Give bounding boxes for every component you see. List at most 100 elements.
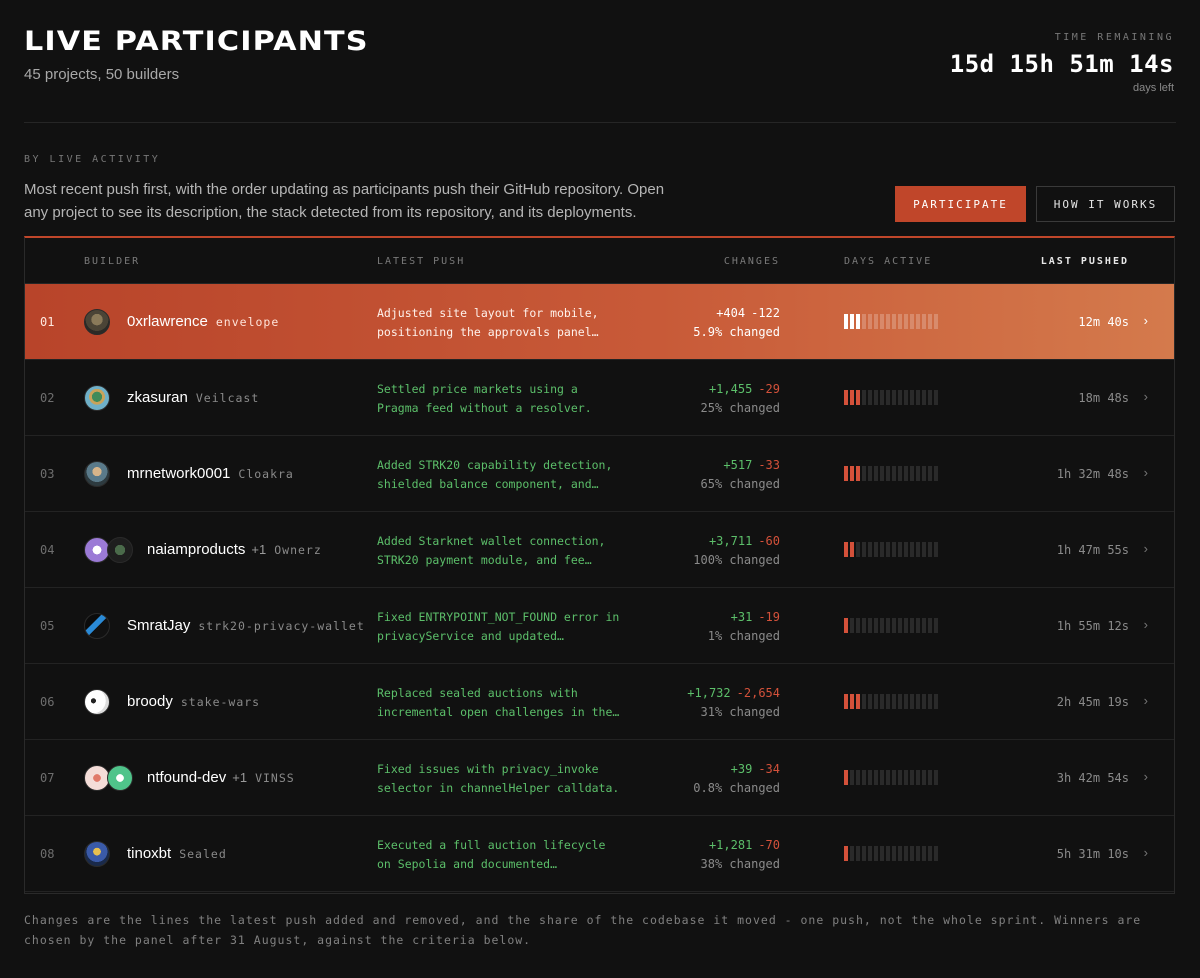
countdown-timer: 15d 15h 51m 14s <box>949 50 1174 78</box>
day-bar <box>874 466 878 481</box>
table-row[interactable]: 08 tinoxbt Sealed Executed a full auction l… <box>25 816 1174 892</box>
column-days-active[interactable]: DAYS ACTIVE <box>844 256 932 267</box>
day-bar <box>922 390 926 405</box>
day-bar <box>850 770 854 785</box>
day-bar <box>898 390 902 405</box>
day-bar <box>880 618 884 633</box>
day-bar <box>886 770 890 785</box>
day-bar <box>898 694 902 709</box>
lines-added: +31 <box>730 610 753 624</box>
builder-name[interactable]: broody <box>127 693 173 710</box>
lines-removed: -60 <box>758 534 780 548</box>
day-bar <box>880 466 884 481</box>
day-bar <box>928 466 932 481</box>
day-bar <box>904 390 908 405</box>
day-bar <box>880 314 884 329</box>
chevron-right-icon: › <box>1143 693 1148 708</box>
avatar <box>84 309 110 335</box>
days-active-bars <box>844 314 938 329</box>
day-bar <box>928 390 932 405</box>
participate-button[interactable]: PARTICIPATE <box>895 186 1026 222</box>
chevron-right-icon: › <box>1143 389 1148 404</box>
builder-name[interactable]: tinoxbt <box>127 845 171 862</box>
day-bar <box>892 466 896 481</box>
day-bar <box>892 542 896 557</box>
lines-removed: -70 <box>758 838 780 852</box>
day-bar <box>886 846 890 861</box>
day-bar <box>928 846 932 861</box>
day-bar <box>916 390 920 405</box>
builder-name[interactable]: ntfound-dev <box>147 769 226 786</box>
day-bar <box>904 770 908 785</box>
builder-name[interactable]: naiamproducts <box>147 541 245 558</box>
day-bar <box>862 314 866 329</box>
day-bar <box>874 390 878 405</box>
column-latest-push[interactable]: LATEST PUSH <box>377 256 465 267</box>
day-bar <box>910 314 914 329</box>
changes: +404 -122 5.9% changed <box>693 304 780 342</box>
day-bar <box>904 618 908 633</box>
table-row[interactable]: 07 ntfound-dev +1 VINSS Fixed issues with pr… <box>25 740 1174 816</box>
avatar <box>84 461 110 487</box>
day-bar <box>856 618 860 633</box>
day-bar <box>892 846 896 861</box>
table-row[interactable]: 05 SmratJay strk20-privacy-wallet Fixed ENT… <box>25 588 1174 664</box>
day-bar <box>850 390 854 405</box>
day-bar <box>862 542 866 557</box>
day-bar <box>910 466 914 481</box>
builder-name[interactable]: 0xrlawrence <box>127 313 208 330</box>
day-bar <box>928 618 932 633</box>
table-row[interactable]: 01 0xrlawrence envelope Adjusted site layou… <box>25 284 1174 360</box>
day-bar <box>934 466 938 481</box>
last-pushed: 1h 32m 48s <box>1056 467 1129 481</box>
day-bar <box>862 694 866 709</box>
builder-name[interactable]: zkasuran <box>127 389 188 406</box>
day-bar <box>886 314 890 329</box>
latest-push: Executed a full auction lifecycle on Sepo… <box>377 836 652 874</box>
avatar <box>84 385 110 411</box>
day-bar <box>892 694 896 709</box>
last-pushed: 3h 42m 54s <box>1056 771 1129 785</box>
table-row[interactable]: 06 broody stake-wars Replaced sealed auctio… <box>25 664 1174 740</box>
day-bar <box>904 694 908 709</box>
project-name: Cloakra <box>238 467 294 481</box>
changes: +39 -34 0.8% changed <box>693 760 780 798</box>
column-last-pushed[interactable]: LAST PUSHED <box>1041 256 1129 267</box>
countdown-sub: days left <box>1133 82 1174 94</box>
lines-removed: -122 <box>751 306 780 320</box>
how-it-works-button[interactable]: HOW IT WORKS <box>1036 186 1175 222</box>
day-bar <box>844 390 848 405</box>
avatar <box>107 537 133 563</box>
push-line-2: STRK20 payment module, and fee… <box>377 553 592 567</box>
table-row[interactable]: 02 zkasuran Veilcast Settled price markets … <box>25 360 1174 436</box>
days-active-bars <box>844 390 938 405</box>
push-line-1: Fixed ENTRYPOINT_NOT_FOUND error in <box>377 610 620 624</box>
day-bar <box>904 846 908 861</box>
day-bar <box>916 314 920 329</box>
day-bar <box>934 542 938 557</box>
project-name: strk20-privacy-wallet <box>198 619 365 633</box>
builder-name[interactable]: mrnetwork0001 <box>127 465 230 482</box>
day-bar <box>874 542 878 557</box>
day-bar <box>928 694 932 709</box>
day-bar <box>910 618 914 633</box>
percent-changed: 100% changed <box>693 553 780 567</box>
co-builder-count: +1 <box>251 542 267 557</box>
day-bar <box>934 314 938 329</box>
column-builder[interactable]: BUILDER <box>84 256 140 267</box>
day-bar <box>850 314 854 329</box>
day-bar <box>850 466 854 481</box>
table-row[interactable]: 03 mrnetwork0001 Cloakra Added STRK20 capab… <box>25 436 1174 512</box>
day-bar <box>898 466 902 481</box>
day-bar <box>916 542 920 557</box>
column-changes[interactable]: CHANGES <box>724 256 780 267</box>
avatar <box>84 613 110 639</box>
day-bar <box>844 314 848 329</box>
table-row[interactable]: 04 naiamproducts +1 Ownerz Added Starknet wa… <box>25 512 1174 588</box>
section-label: BY LIVE ACTIVITY <box>24 154 161 165</box>
day-bar <box>910 846 914 861</box>
builder-name[interactable]: SmratJay <box>127 617 190 634</box>
latest-push: Settled price markets using a Pragma feed… <box>377 380 652 418</box>
day-bar <box>868 846 872 861</box>
latest-push: Replaced sealed auctions with incremental… <box>377 684 652 722</box>
